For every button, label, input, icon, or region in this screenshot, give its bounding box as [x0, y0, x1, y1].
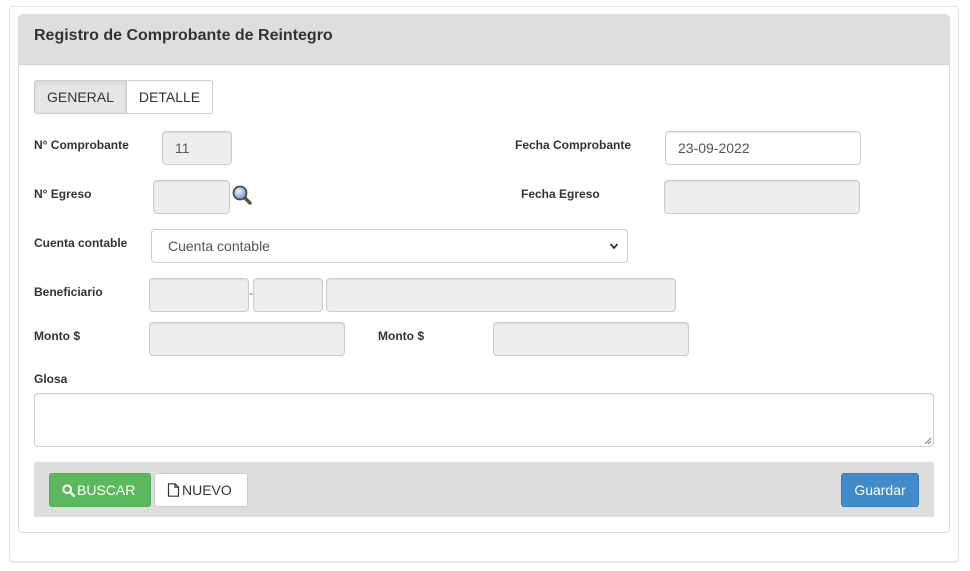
- buscar-button[interactable]: BUSCAR: [49, 473, 151, 507]
- magnifier-icon[interactable]: [231, 184, 253, 206]
- nuevo-button[interactable]: NUEVO: [154, 473, 248, 507]
- fecha-egreso-field[interactable]: [664, 180, 860, 214]
- nuevo-label: NUEVO: [182, 482, 232, 498]
- egreso-field[interactable]: [153, 180, 230, 214]
- form-panel: Registro de Comprobante de Reintegro GEN…: [18, 14, 950, 533]
- cuenta-contable-selected: Cuenta contable: [168, 238, 270, 254]
- cuenta-contable-label: Cuenta contable: [34, 236, 128, 250]
- glosa-label: Glosa: [34, 372, 68, 386]
- monto-field[interactable]: [149, 322, 345, 356]
- search-icon: [62, 484, 76, 498]
- panel-heading: Registro de Comprobante de Reintegro: [19, 15, 949, 65]
- tab-group: GENERAL DETALLE: [34, 80, 214, 114]
- glosa-textarea[interactable]: [34, 393, 934, 447]
- resize-grip-icon[interactable]: [923, 436, 932, 445]
- fecha-comprobante-field[interactable]: 23-09-2022: [665, 131, 861, 165]
- beneficiario-label: Beneficiario: [34, 285, 103, 299]
- tab-general[interactable]: GENERAL: [34, 80, 127, 114]
- comprobante-label: N° Comprobante: [34, 138, 129, 152]
- beneficiario-rut-field[interactable]: [149, 278, 249, 312]
- guardar-button[interactable]: Guardar: [841, 473, 919, 507]
- monto-secondary-label: Monto $: [378, 329, 424, 343]
- fecha-egreso-label: Fecha Egreso: [521, 187, 600, 201]
- tab-detalle[interactable]: DETALLE: [126, 80, 214, 114]
- monto-label: Monto $: [34, 329, 80, 343]
- buscar-label: BUSCAR: [77, 482, 136, 498]
- form-actions-bar: BUSCAR NUEVO Guardar: [34, 462, 934, 517]
- page-title: Registro de Comprobante de Reintegro: [34, 27, 333, 44]
- monto-secondary-field[interactable]: [493, 322, 689, 356]
- egreso-label: N° Egreso: [34, 187, 92, 201]
- comprobante-field[interactable]: 11: [162, 131, 232, 165]
- chevron-down-icon: [609, 243, 619, 250]
- file-icon: [167, 483, 180, 497]
- beneficiario-nombre-field[interactable]: [326, 278, 676, 312]
- cuenta-contable-select[interactable]: Cuenta contable: [151, 229, 628, 263]
- beneficiario-dv-field[interactable]: [253, 278, 323, 312]
- fecha-comprobante-label: Fecha Comprobante: [515, 138, 632, 152]
